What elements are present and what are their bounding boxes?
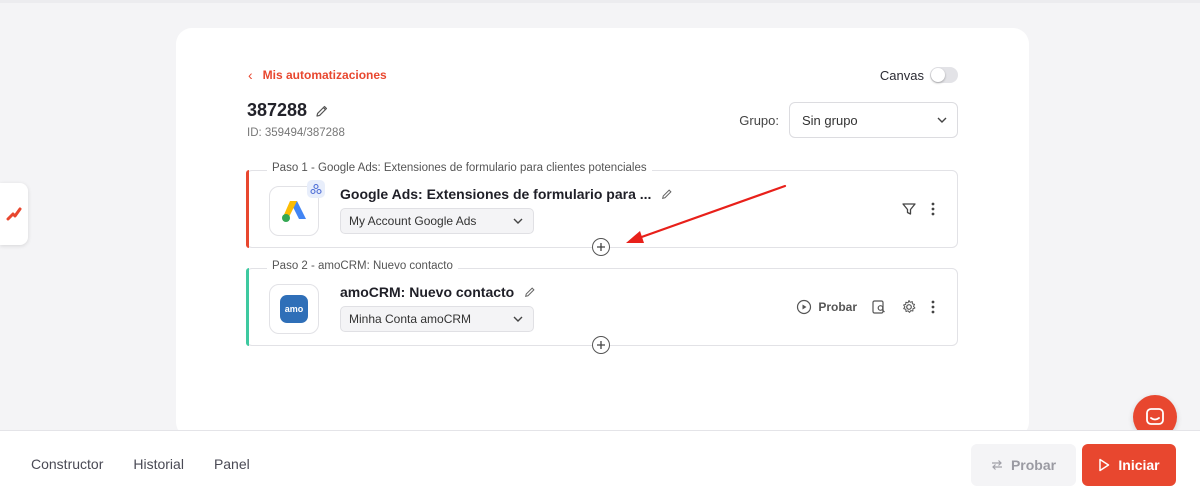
gear-icon[interactable] (901, 299, 917, 315)
app-icon-tile[interactable] (269, 180, 325, 236)
step-title: Google Ads: Extensiones de formulario pa… (340, 186, 652, 202)
more-vertical-icon[interactable] (931, 202, 935, 216)
step-1: Paso 1 - Google Ads: Extensiones de form… (246, 162, 958, 256)
automation-card: ‹ Mis automatizaciones Canvas 387288 ID:… (176, 28, 1029, 438)
edit-title-icon[interactable] (315, 104, 329, 118)
test-button[interactable]: Probar (971, 444, 1076, 486)
tab-historial[interactable]: Historial (133, 456, 184, 472)
start-button[interactable]: Iniciar (1082, 444, 1176, 486)
plus-icon (597, 243, 605, 251)
group-select[interactable]: Sin grupo (789, 102, 958, 138)
back-link[interactable]: ‹ Mis automatizaciones (248, 68, 387, 82)
edit-step-icon[interactable] (524, 286, 536, 298)
account-select-value: My Account Google Ads (349, 214, 477, 228)
chevron-left-icon: ‹ (248, 67, 253, 83)
chat-icon (1146, 408, 1164, 425)
group-selector-wrap: Grupo: Sin grupo (739, 102, 958, 138)
brand-logo-icon (6, 207, 22, 221)
more-vertical-icon[interactable] (931, 300, 935, 314)
page-title: 387288 (247, 100, 308, 120)
account-select-value: Minha Conta amoCRM (349, 312, 472, 326)
canvas-label: Canvas (879, 67, 924, 83)
data-preview-icon[interactable] (871, 299, 887, 315)
tab-constructor[interactable]: Constructor (31, 456, 103, 472)
step-test-label: Probar (818, 300, 857, 314)
chevron-down-icon (513, 316, 523, 322)
step-actions: Probar (796, 269, 935, 345)
account-select[interactable]: Minha Conta amoCRM (340, 306, 534, 332)
step-test-button[interactable]: Probar (796, 299, 857, 315)
side-brand-tab[interactable] (0, 183, 28, 245)
title-row: 387288 (247, 100, 329, 121)
annotation-arrow-icon (626, 184, 787, 243)
group-select-value: Sin grupo (802, 112, 858, 128)
amocrm-icon-text: amo (284, 304, 304, 314)
switch-knob (931, 68, 945, 82)
bottom-tabs: Constructor Historial Panel (31, 431, 250, 495)
google-ads-icon (282, 201, 306, 222)
automation-id: ID: 359494/387288 (247, 127, 345, 139)
account-select[interactable]: My Account Google Ads (340, 208, 534, 234)
top-strip (0, 0, 1200, 3)
bottom-bar: Constructor Historial Panel Probar Inici… (0, 430, 1200, 495)
back-link-label: Mis automatizaciones (262, 68, 387, 82)
start-button-label: Iniciar (1118, 457, 1160, 473)
chevron-down-icon (513, 218, 523, 224)
canvas-switch[interactable] (930, 67, 958, 83)
filter-icon[interactable] (901, 201, 917, 217)
step-title-row: amoCRM: Nuevo contacto (340, 284, 536, 300)
step-accent-bar (246, 170, 249, 248)
canvas-toggle-wrap: Canvas (880, 67, 958, 83)
amocrm-icon: amo (280, 295, 308, 323)
step-actions (901, 171, 935, 247)
play-icon (1099, 458, 1110, 472)
test-button-label: Probar (1010, 457, 1057, 473)
webhook-icon (307, 180, 325, 198)
step-2: Paso 2 - amoCRM: Nuevo contacto amo amoC… (246, 260, 958, 354)
step-caption: Paso 1 - Google Ads: Extensiones de form… (267, 162, 652, 174)
step-title: amoCRM: Nuevo contacto (340, 284, 515, 300)
step-accent-bar (246, 268, 249, 346)
chevron-down-icon (937, 117, 947, 123)
app-icon-tile[interactable]: amo (269, 284, 319, 334)
plus-icon (597, 341, 605, 349)
swap-arrows-icon (991, 460, 1002, 470)
play-circle-icon (797, 299, 812, 315)
tab-panel[interactable]: Panel (214, 456, 250, 472)
group-label: Grupo: (739, 112, 779, 128)
add-step-button[interactable] (592, 336, 610, 354)
add-step-button[interactable] (592, 238, 610, 256)
step-caption: Paso 2 - amoCRM: Nuevo contacto (267, 260, 458, 272)
